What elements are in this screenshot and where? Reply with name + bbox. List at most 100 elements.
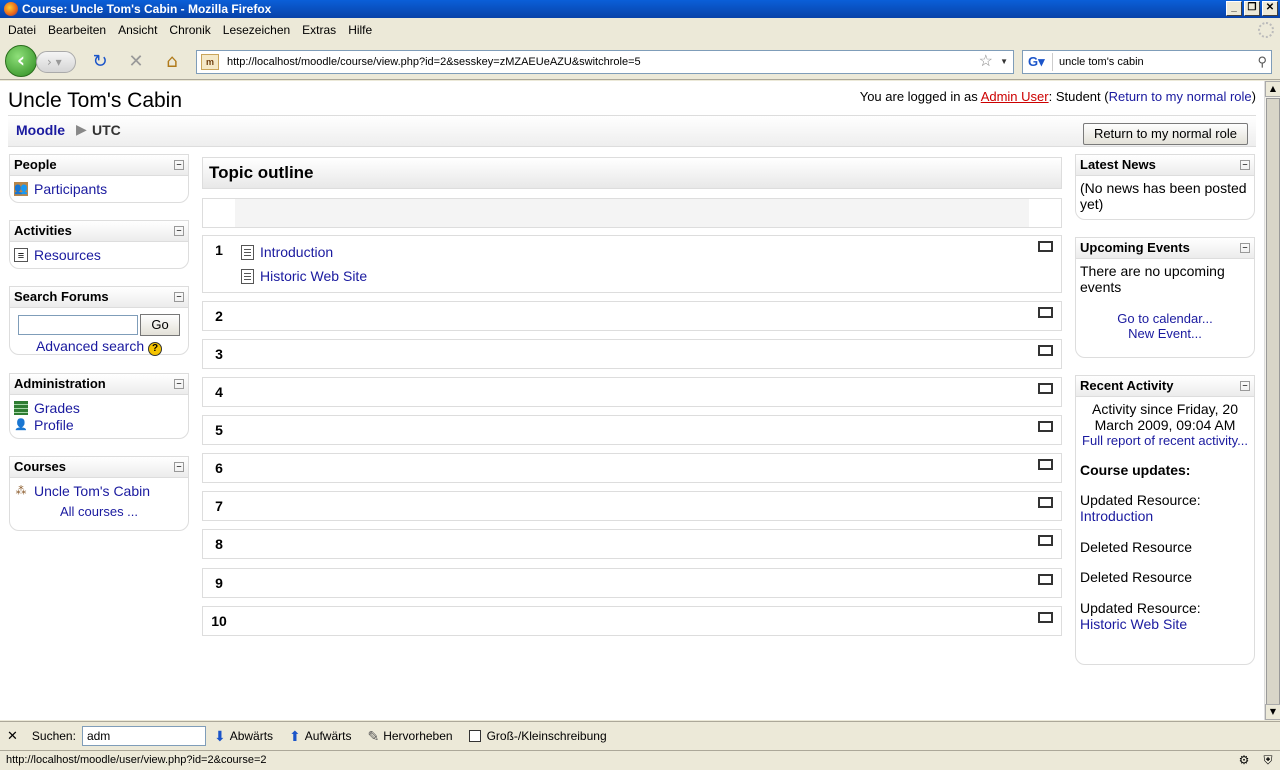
menu-datei[interactable]: Datei (2, 23, 42, 37)
grades-link[interactable]: Grades (34, 400, 80, 416)
update-introduction-link[interactable]: Introduction (1080, 508, 1153, 524)
show-only-topic-icon[interactable] (1038, 535, 1053, 546)
maximize-button[interactable]: ❐ (1244, 1, 1260, 16)
url-dropdown-icon[interactable]: ▼ (1000, 51, 1008, 73)
update-historic-link[interactable]: Historic Web Site (1080, 616, 1187, 632)
collapse-icon[interactable]: – (1240, 243, 1250, 253)
go-button[interactable]: Go (140, 314, 180, 336)
new-event-link[interactable]: New Event... (1128, 326, 1202, 341)
document-icon: ≡ (14, 247, 28, 262)
firefox-icon (4, 2, 18, 16)
section-2: 2 (202, 301, 1062, 331)
admin-user-link[interactable]: Admin User (981, 89, 1049, 104)
course-updates-title: Course updates: (1080, 462, 1191, 478)
login-info: You are logged in as Admin User: Student… (860, 89, 1256, 104)
section-7: 7 (202, 491, 1062, 521)
bookmark-star-icon[interactable]: ☆ (979, 51, 993, 73)
resource-historic-web-site[interactable]: Historic Web Site (241, 268, 367, 284)
stop-icon[interactable]: ✕ (126, 52, 146, 72)
reload-icon[interactable]: ↻ (90, 52, 110, 72)
section-number: 9 (215, 575, 223, 591)
upcoming-events-text: There are no upcoming events (1080, 263, 1225, 295)
url-bar[interactable]: m http://localhost/moodle/course/view.ph… (196, 50, 1014, 74)
section-number: 4 (215, 384, 223, 400)
vertical-scrollbar[interactable]: ▲ ▼ (1264, 81, 1280, 720)
recent-activity-title: Recent Activity (1080, 378, 1174, 393)
show-only-topic-icon[interactable] (1038, 497, 1053, 508)
return-normal-role-button[interactable]: Return to my normal role (1082, 123, 1248, 145)
find-previous-button[interactable]: ⬆ Aufwärts (289, 728, 351, 745)
menu-chronik[interactable]: Chronik (163, 23, 216, 37)
course-icon: ⁂ (15, 484, 27, 497)
all-courses-link[interactable]: All courses ... (60, 504, 138, 519)
show-only-topic-icon[interactable] (1038, 574, 1053, 585)
forward-button[interactable]: › ▾ (36, 51, 76, 73)
scroll-up-icon[interactable]: ▲ (1265, 81, 1280, 97)
menu-lesezeichen[interactable]: Lesezeichen (217, 23, 296, 37)
show-only-topic-icon[interactable] (1038, 307, 1053, 318)
recent-activity-block: Recent Activity – Activity since Friday, … (1075, 375, 1255, 665)
section-10: 10 (202, 606, 1062, 636)
search-forums-block: Search Forums – Go Advanced search ? (9, 286, 189, 356)
menu-ansicht[interactable]: Ansicht (112, 23, 163, 37)
match-case-checkbox[interactable]: Groß-/Kleinschreibung (468, 729, 607, 743)
close-findbar-icon[interactable]: ✕ (7, 728, 18, 744)
document-icon (241, 244, 254, 260)
minimize-button[interactable]: _ (1226, 1, 1242, 16)
help-icon[interactable]: ? (148, 342, 163, 356)
show-only-topic-icon[interactable] (1038, 383, 1053, 394)
search-engine-icon[interactable]: G▾ (1025, 53, 1053, 71)
show-only-topic-icon[interactable] (1038, 241, 1053, 252)
addon-icon[interactable]: ⚙ (1236, 753, 1252, 768)
search-icon[interactable]: ⚲ (1257, 51, 1267, 73)
scroll-down-icon[interactable]: ▼ (1265, 704, 1280, 720)
go-to-calendar-link[interactable]: Go to calendar... (1117, 311, 1212, 326)
highlight-button[interactable]: ✎ Hervorheben (367, 728, 452, 745)
scroll-thumb[interactable] (1266, 98, 1280, 710)
collapse-icon[interactable]: – (174, 226, 184, 236)
security-shield-icon[interactable]: ⛨ (1260, 753, 1276, 768)
profile-link[interactable]: Profile (34, 417, 74, 433)
course-link[interactable]: Uncle Tom's Cabin (34, 483, 150, 499)
menu-hilfe[interactable]: Hilfe (342, 23, 378, 37)
show-only-topic-icon[interactable] (1038, 421, 1053, 432)
participants-link[interactable]: Participants (34, 181, 107, 197)
find-input[interactable]: adm (81, 726, 206, 746)
collapse-icon[interactable]: – (1240, 160, 1250, 170)
collapse-icon[interactable]: – (174, 462, 184, 472)
checkbox[interactable] (468, 730, 481, 742)
back-button[interactable]: ‹ (5, 45, 37, 77)
resources-link[interactable]: Resources (34, 247, 101, 263)
login-role: : Student ( (1048, 89, 1109, 104)
arrow-down-icon: ⬇ (213, 727, 226, 744)
collapse-icon[interactable]: – (174, 160, 184, 170)
home-icon[interactable]: ⌂ (162, 52, 182, 72)
advanced-search-link[interactable]: Advanced search (36, 338, 144, 354)
search-input[interactable]: uncle tom's cabin (1059, 56, 1144, 68)
collapse-icon[interactable]: – (174, 379, 184, 389)
show-only-topic-icon[interactable] (1038, 612, 1053, 623)
courses-block: Courses – ⁂ Uncle Tom's Cabin All courses … (9, 456, 189, 531)
menu-extras[interactable]: Extras (296, 23, 342, 37)
return-role-link[interactable]: Return to my normal role (1109, 89, 1252, 104)
close-button[interactable]: ✕ (1262, 1, 1278, 16)
arrow-up-icon: ⬆ (289, 727, 301, 744)
breadcrumb: Moodle ▶ UTC Return to my normal role (8, 115, 1256, 147)
section-3: 3 (202, 339, 1062, 369)
find-label: Suchen: (31, 729, 76, 743)
page-content: Uncle Tom's Cabin You are logged in as A… (0, 81, 1264, 720)
collapse-icon[interactable]: – (1240, 381, 1250, 391)
forum-search-input[interactable] (18, 315, 138, 335)
show-only-topic-icon[interactable] (1038, 459, 1053, 470)
find-next-button[interactable]: ⬇ Abwärts (214, 728, 273, 745)
collapse-icon[interactable]: – (174, 292, 184, 302)
full-report-link[interactable]: Full report of recent activity... (1082, 433, 1248, 448)
breadcrumb-moodle[interactable]: Moodle (16, 122, 65, 138)
status-url: http://localhost/moodle/user/view.php?id… (6, 754, 267, 766)
resource-introduction[interactable]: Introduction (241, 244, 333, 260)
upcoming-events-block: Upcoming Events – There are no upcoming e… (1075, 237, 1255, 358)
show-only-topic-icon[interactable] (1038, 345, 1053, 356)
search-bar[interactable]: G▾ uncle tom's cabin ⚲ (1022, 50, 1272, 74)
site-identity-icon[interactable]: m (201, 54, 219, 70)
menu-bearbeiten[interactable]: Bearbeiten (42, 23, 112, 37)
